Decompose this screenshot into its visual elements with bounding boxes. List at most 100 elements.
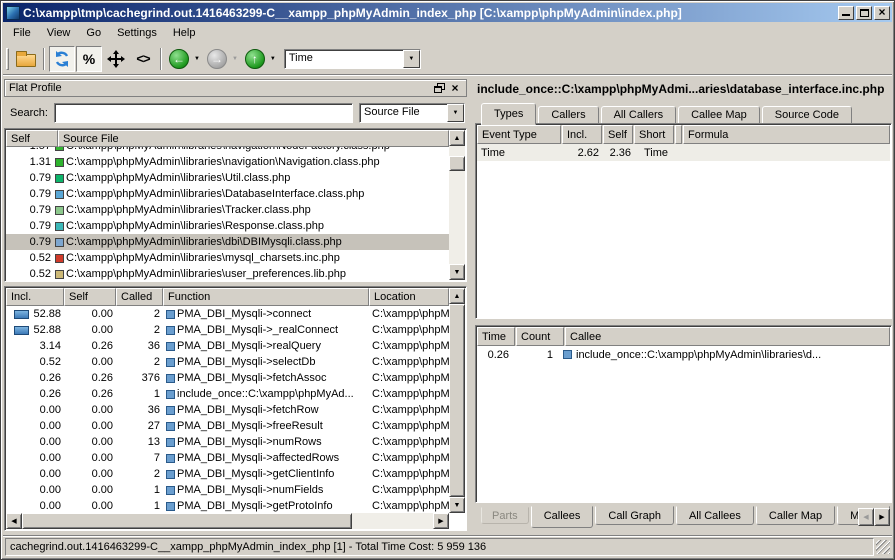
group-by-select[interactable]: Source File ▼: [359, 103, 465, 123]
function-row[interactable]: 0.520.002PMA_DBI_Mysqli->selectDbC:\xamp…: [6, 354, 449, 370]
scroll-left-icon[interactable]: ◀: [6, 513, 22, 529]
percentage-button[interactable]: %: [76, 46, 102, 72]
vertical-scrollbar[interactable]: ▲ ▼: [449, 288, 465, 513]
column-header-self[interactable]: Self: [603, 125, 633, 144]
function-row[interactable]: 52.880.002PMA_DBI_Mysqli->connectC:\xamp…: [6, 306, 449, 322]
column-header-event-type[interactable]: Event Type: [477, 125, 561, 144]
toolbar-separator: [43, 48, 45, 70]
column-header-time[interactable]: Time: [477, 327, 515, 346]
column-header-function[interactable]: Function: [163, 288, 369, 306]
title-bar[interactable]: C:\xampp\tmp\cachegrind.out.1416463299-C…: [3, 3, 892, 22]
tab-caller-map[interactable]: Caller Map: [756, 506, 835, 525]
toolbar: % <> ← ▼ → ▼ ↑ ▼ Time ▼: [3, 43, 892, 75]
tab-types[interactable]: Types: [481, 103, 536, 125]
tab-scroll-right-icon[interactable]: ▶: [874, 508, 890, 526]
scroll-right-icon[interactable]: ▶: [433, 513, 449, 529]
tab-parts[interactable]: Parts: [481, 507, 529, 524]
menu-go[interactable]: Go: [78, 24, 109, 42]
source-file-row[interactable]: 0.79C:\xampp\phpMyAdmin\libraries\Respon…: [6, 218, 449, 234]
source-file-row[interactable]: 0.52C:\xampp\phpMyAdmin\libraries\user_p…: [6, 266, 449, 280]
callee-row[interactable]: 0.26 1 include_once::C:\xampp\phpMyAdmin…: [477, 346, 890, 363]
scrollbar-thumb[interactable]: [22, 513, 352, 529]
source-file-row[interactable]: 0.52C:\xampp\phpMyAdmin\libraries\mysql_…: [6, 250, 449, 266]
function-row[interactable]: 0.260.26376PMA_DBI_Mysqli->fetchAssocC:\…: [6, 370, 449, 386]
event-type-row[interactable]: Time 2.62 2.36 Time: [477, 144, 890, 161]
shorten-templates-button[interactable]: <>: [130, 46, 156, 72]
up-dropdown-arrow[interactable]: ▼: [270, 56, 276, 62]
function-row[interactable]: 0.000.0013PMA_DBI_Mysqli->numRowsC:\xamp…: [6, 434, 449, 450]
source-file-row[interactable]: 0.79C:\xampp\phpMyAdmin\libraries\Databa…: [6, 186, 449, 202]
status-text-panel: cachegrind.out.1416463299-C__xampp_phpMy…: [5, 538, 874, 556]
function-row[interactable]: 0.000.001PMA_DBI_Mysqli->numFieldsC:\xam…: [6, 482, 449, 498]
function-row[interactable]: 0.000.0036PMA_DBI_Mysqli->fetchRowC:\xam…: [6, 402, 449, 418]
application-window: C:\xampp\tmp\cachegrind.out.1416463299-C…: [0, 0, 895, 560]
forward-button[interactable]: →: [204, 46, 230, 72]
reload-icon: [53, 50, 71, 68]
column-header-location[interactable]: Location: [369, 288, 449, 306]
source-file-row[interactable]: 0.79C:\xampp\phpMyAdmin\libraries\Util.c…: [6, 170, 449, 186]
chevron-down-icon[interactable]: ▼: [447, 104, 464, 122]
source-file-row-selected[interactable]: 0.79C:\xampp\phpMyAdmin\libraries\dbi\DB…: [6, 234, 449, 250]
search-input[interactable]: [54, 103, 353, 123]
source-file-row[interactable]: 1.31C:\xampp\phpMyAdmin\libraries\naviga…: [6, 154, 449, 170]
menu-help[interactable]: Help: [165, 24, 204, 42]
scroll-down-icon[interactable]: ▼: [449, 497, 465, 513]
function-row[interactable]: 0.000.001PMA_DBI_Mysqli->getProtoInfoC:\…: [6, 498, 449, 513]
column-header-self[interactable]: Self: [64, 288, 116, 306]
column-header-callee[interactable]: Callee: [565, 327, 890, 346]
back-button[interactable]: ←: [166, 46, 192, 72]
dock-float-button[interactable]: [432, 82, 446, 95]
function-row[interactable]: 0.000.007PMA_DBI_Mysqli->affectedRowsC:\…: [6, 450, 449, 466]
horizontal-scrollbar[interactable]: ◀ ▶: [6, 513, 449, 529]
tab-scroll-left-icon[interactable]: ◀: [858, 508, 874, 526]
function-row[interactable]: 0.000.002PMA_DBI_Mysqli->getClientInfoC:…: [6, 466, 449, 482]
function-icon: [166, 390, 175, 399]
function-icon: [166, 374, 175, 383]
file-color-swatch: [55, 254, 64, 263]
resize-grip[interactable]: [876, 540, 890, 554]
function-icon: [166, 502, 175, 511]
close-button[interactable]: ×: [874, 6, 890, 20]
column-header-self[interactable]: Self: [6, 130, 58, 147]
column-header-source-file[interactable]: Source File: [58, 130, 449, 147]
maximize-button[interactable]: [856, 6, 872, 20]
tab-call-graph[interactable]: Call Graph: [595, 506, 674, 525]
status-bar: cachegrind.out.1416463299-C__xampp_phpMy…: [3, 535, 892, 557]
column-header-formula[interactable]: Formula: [683, 125, 890, 144]
open-file-button[interactable]: [13, 46, 39, 72]
toolbar-handle[interactable]: [6, 48, 9, 70]
back-dropdown-arrow[interactable]: ▼: [194, 56, 200, 62]
dock-title-bar[interactable]: Flat Profile ×: [4, 79, 467, 97]
function-icon: [166, 358, 175, 367]
function-row[interactable]: 3.140.2636PMA_DBI_Mysqli->realQueryC:\xa…: [6, 338, 449, 354]
column-header-count[interactable]: Count: [516, 327, 564, 346]
function-row[interactable]: 0.260.261include_once::C:\xampp\phpMyAd.…: [6, 386, 449, 402]
relative-cost-button[interactable]: [103, 46, 129, 72]
chevron-down-icon[interactable]: ▼: [403, 50, 420, 68]
scroll-up-icon[interactable]: ▲: [449, 130, 465, 146]
event-type-select[interactable]: Time ▼: [284, 49, 421, 69]
tab-callees[interactable]: Callees: [531, 506, 594, 528]
vertical-scrollbar[interactable]: ▲ ▼: [449, 130, 465, 280]
menu-file[interactable]: File: [5, 24, 39, 42]
up-button[interactable]: ↑: [242, 46, 268, 72]
column-header-incl[interactable]: Incl.: [6, 288, 64, 306]
column-header-incl[interactable]: Incl.: [562, 125, 602, 144]
scrollbar-thumb[interactable]: [449, 304, 465, 497]
scrollbar-thumb[interactable]: [449, 156, 465, 171]
source-file-row[interactable]: 1.57C:\xampp\phpMyAdmin\libraries\naviga…: [6, 147, 449, 154]
minimize-button[interactable]: [838, 6, 854, 20]
function-row[interactable]: 52.880.002PMA_DBI_Mysqli->_realConnectC:…: [6, 322, 449, 338]
column-header-short[interactable]: Short: [634, 125, 674, 144]
scroll-down-icon[interactable]: ▼: [449, 264, 465, 280]
dock-close-button[interactable]: ×: [448, 82, 462, 95]
tab-all-callees[interactable]: All Callees: [676, 506, 754, 525]
column-header-called[interactable]: Called: [116, 288, 163, 306]
forward-dropdown-arrow[interactable]: ▼: [232, 56, 238, 62]
scroll-up-icon[interactable]: ▲: [449, 288, 465, 304]
menu-view[interactable]: View: [39, 24, 79, 42]
reload-button[interactable]: [49, 46, 75, 72]
source-file-row[interactable]: 0.79C:\xampp\phpMyAdmin\libraries\Tracke…: [6, 202, 449, 218]
menu-settings[interactable]: Settings: [109, 24, 165, 42]
function-row[interactable]: 0.000.0027PMA_DBI_Mysqli->freeResultC:\x…: [6, 418, 449, 434]
